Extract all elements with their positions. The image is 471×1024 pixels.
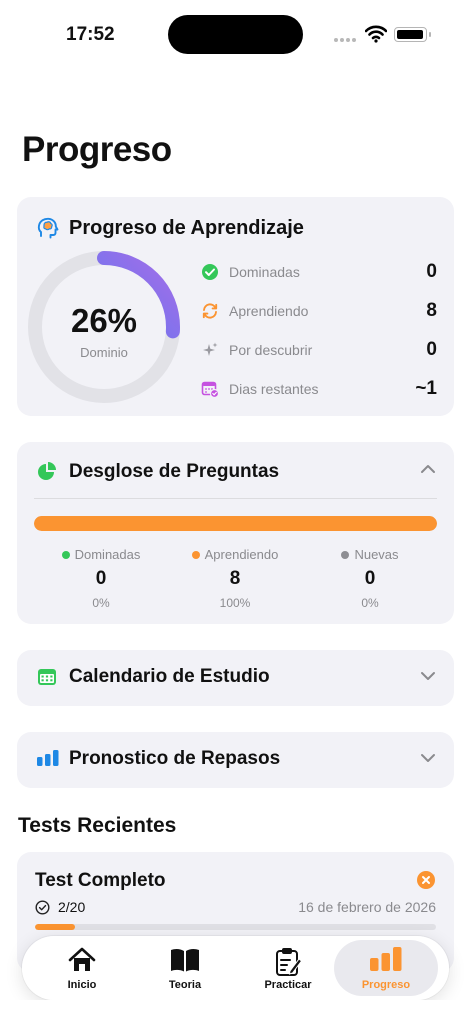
breakdown-bar xyxy=(34,516,437,531)
breakdown-column-aprendiendo: Aprendiendo 8 100% xyxy=(165,547,305,610)
stat-row-dias-restantes: Dias restantes ~1 xyxy=(201,378,437,400)
test-progress-fill xyxy=(35,924,76,930)
tab-practicar[interactable]: Practicar xyxy=(236,940,340,996)
tab-bar: Inicio Teoria Practicar Progreso xyxy=(22,936,449,1000)
checkmark-circle-icon xyxy=(202,264,218,280)
bar-chart-icon xyxy=(370,947,402,971)
column-label: Dominadas xyxy=(74,547,141,562)
column-count: 0 xyxy=(364,568,376,589)
study-calendar-card[interactable]: Calendario de Estudio xyxy=(17,650,454,706)
divider xyxy=(34,498,437,499)
tab-inicio[interactable]: Inicio xyxy=(30,940,134,996)
test-date: 16 de febrero de 2026 xyxy=(298,899,436,915)
refresh-arrows-icon xyxy=(202,303,218,319)
chevron-down-icon[interactable] xyxy=(420,753,436,763)
checkmark-circle-outline-icon xyxy=(35,900,50,915)
column-count: 0 xyxy=(95,568,107,589)
recent-tests-title: Tests Recientes xyxy=(18,814,177,837)
close-circle-icon[interactable] xyxy=(417,871,435,889)
stat-value: ~1 xyxy=(415,378,437,399)
legend-dot-orange xyxy=(191,550,200,559)
breakdown-column-nuevas: Nuevas 0 0% xyxy=(300,547,440,610)
stat-row-dominadas: Dominadas 0 xyxy=(201,261,437,283)
chevron-up-icon[interactable] xyxy=(420,464,436,474)
brain-head-icon xyxy=(37,217,59,239)
house-icon xyxy=(68,947,96,971)
stat-label: Dias restantes xyxy=(229,381,319,397)
tab-progreso[interactable]: Progreso xyxy=(334,940,438,996)
calendar-badge-icon xyxy=(201,381,219,398)
learning-progress-card: Progreso de Aprendizaje 26% Dominio Domi… xyxy=(17,197,454,416)
mastery-percent: 26% xyxy=(70,302,138,339)
column-label: Aprendiendo xyxy=(204,547,279,562)
learning-progress-title: Progreso de Aprendizaje xyxy=(69,217,304,239)
stat-row-aprendiendo: Aprendiendo 8 xyxy=(201,300,437,322)
test-progress-bar xyxy=(35,924,436,930)
legend-dot-gray xyxy=(341,550,350,559)
tab-label: Teoria xyxy=(168,979,202,991)
status-time: 17:52 xyxy=(66,24,115,45)
stat-row-por-descubrir: Por descubrir 0 xyxy=(201,339,437,361)
calendar-icon xyxy=(38,669,56,685)
cellular-signal-icon xyxy=(334,38,356,42)
tab-teoria[interactable]: Teoria xyxy=(133,940,237,996)
column-count: 8 xyxy=(229,568,241,589)
stat-label: Aprendiendo xyxy=(229,303,309,319)
status-bar: 17:52 xyxy=(0,0,471,70)
bottom-fade xyxy=(0,1000,471,1024)
study-calendar-title: Calendario de Estudio xyxy=(69,666,270,687)
tab-label: Practicar xyxy=(264,979,312,991)
stat-value: 8 xyxy=(426,300,437,321)
column-percent: 0% xyxy=(361,596,379,610)
sparkles-icon xyxy=(203,342,218,356)
question-breakdown-card: Desglose de Preguntas Dominadas 0 0% Apr… xyxy=(17,442,454,624)
test-name: Test Completo xyxy=(35,870,166,891)
stat-label: Por descubrir xyxy=(229,342,313,358)
breakdown-bar-learning xyxy=(34,516,437,531)
question-breakdown-title: Desglose de Preguntas xyxy=(69,461,280,482)
chevron-down-icon[interactable] xyxy=(420,671,436,681)
tab-label: Progreso xyxy=(361,979,411,991)
column-percent: 0% xyxy=(92,596,110,610)
wifi-icon xyxy=(365,25,387,43)
breakdown-column-dominadas: Dominadas 0 0% xyxy=(31,547,171,610)
tab-label: Inicio xyxy=(67,979,97,991)
review-forecast-title: Pronostico de Repasos xyxy=(69,748,281,769)
page-title: Progreso xyxy=(22,130,172,169)
review-forecast-card[interactable]: Pronostico de Repasos xyxy=(17,732,454,788)
legend-dot-green xyxy=(61,550,70,559)
column-label: Nuevas xyxy=(354,547,399,562)
stat-value: 0 xyxy=(426,339,437,360)
mastery-label: Dominio xyxy=(80,345,128,360)
stat-value: 0 xyxy=(426,261,437,282)
bar-chart-icon xyxy=(37,750,59,766)
clipboard-icon xyxy=(276,948,302,976)
dynamic-island xyxy=(168,15,303,54)
book-icon xyxy=(171,948,199,972)
test-score: 2/20 xyxy=(58,899,86,915)
column-percent: 100% xyxy=(219,596,251,610)
battery-icon xyxy=(394,27,431,42)
stat-label: Dominadas xyxy=(229,264,300,280)
pie-chart-icon xyxy=(38,462,56,480)
